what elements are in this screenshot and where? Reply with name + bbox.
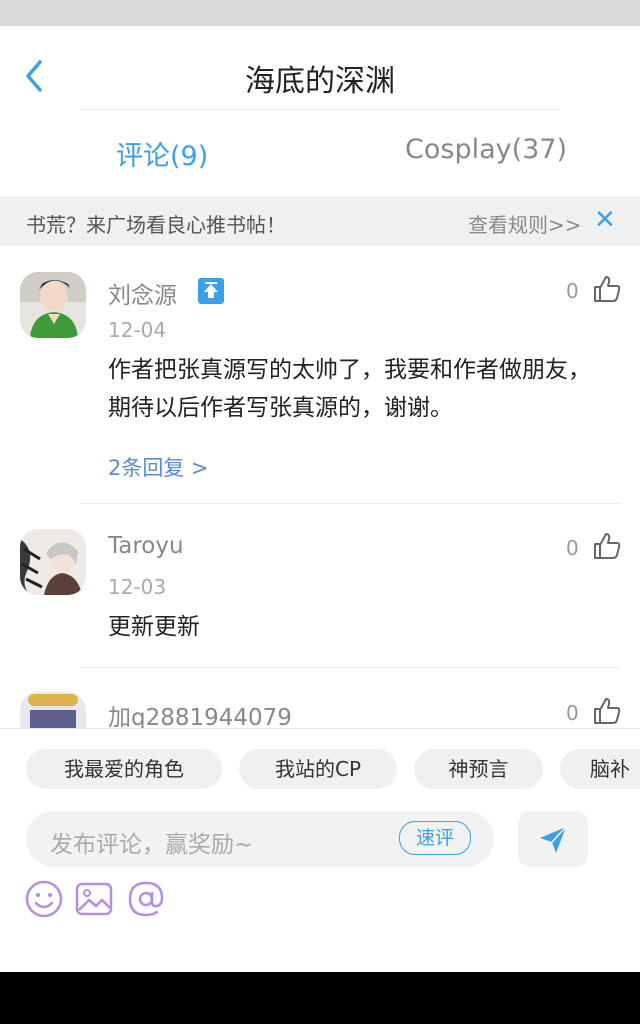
like-count: 0 bbox=[566, 536, 579, 560]
quick-tag-chip[interactable]: 我最爱的角色 bbox=[26, 749, 222, 789]
tab-bar: 评论(9) Cosplay(37) bbox=[0, 110, 640, 196]
comment-username[interactable]: 刘念源 bbox=[108, 276, 177, 310]
status-bar bbox=[0, 0, 640, 26]
send-button[interactable] bbox=[518, 811, 588, 867]
top-badge-icon bbox=[198, 278, 224, 304]
divider bbox=[80, 503, 620, 504]
tab-cosplay[interactable]: Cosplay(37) bbox=[405, 134, 567, 165]
replies-link[interactable]: 2条回复 > bbox=[108, 452, 209, 482]
comment-username[interactable]: 加q2881944079 bbox=[108, 698, 292, 732]
emoji-icon[interactable] bbox=[24, 879, 64, 919]
comment-composer: 我最爱的角色 我站的CP 神预言 脑补 发布评论，赢奖励~ 速评 bbox=[0, 728, 640, 973]
tab-comments[interactable]: 评论(9) bbox=[116, 134, 208, 173]
divider bbox=[80, 667, 620, 668]
comment-text: 作者把张真源写的太帅了，我要和作者做朋友，期待以后作者写张真源的，谢谢。 bbox=[108, 357, 591, 421]
avatar[interactable] bbox=[20, 272, 86, 338]
input-placeholder: 发布评论，赢奖励~ bbox=[50, 832, 254, 858]
thumbs-up-icon[interactable] bbox=[592, 274, 622, 304]
view-rules-link[interactable]: 查看规则>> bbox=[468, 209, 582, 238]
thumbs-up-icon[interactable] bbox=[592, 531, 622, 561]
quick-tag-chip[interactable]: 脑补 bbox=[560, 749, 640, 789]
image-icon[interactable] bbox=[74, 879, 114, 919]
system-nav-bar bbox=[0, 972, 640, 1024]
comment-text: 更新更新 bbox=[108, 614, 200, 640]
page-title: 海底的深渊 bbox=[245, 64, 395, 99]
like-count: 0 bbox=[566, 701, 579, 725]
quick-tag-chip[interactable]: 神预言 bbox=[414, 749, 543, 789]
mention-icon[interactable] bbox=[126, 879, 166, 919]
banner-text: 书荒？来广场看良心推书帖！ bbox=[26, 213, 286, 237]
comment-username[interactable]: Taroyu bbox=[108, 533, 184, 559]
close-icon[interactable]: ✕ bbox=[594, 205, 618, 235]
promo-banner: 书荒？来广场看良心推书帖！ 查看规则>> ✕ bbox=[0, 196, 640, 246]
like-count: 0 bbox=[566, 279, 579, 303]
comment-date: 12-03 bbox=[108, 575, 167, 599]
comment-input[interactable]: 发布评论，赢奖励~ 速评 bbox=[26, 811, 494, 867]
thumbs-up-icon[interactable] bbox=[592, 696, 622, 726]
send-icon bbox=[540, 826, 567, 853]
quick-tag-chip[interactable]: 我站的CP bbox=[239, 749, 397, 789]
comment-date: 12-04 bbox=[108, 318, 167, 342]
quick-review-button[interactable]: 速评 bbox=[399, 821, 471, 855]
avatar[interactable] bbox=[20, 529, 86, 595]
avatar[interactable] bbox=[20, 692, 86, 728]
header: 海底的深渊 bbox=[0, 26, 640, 110]
